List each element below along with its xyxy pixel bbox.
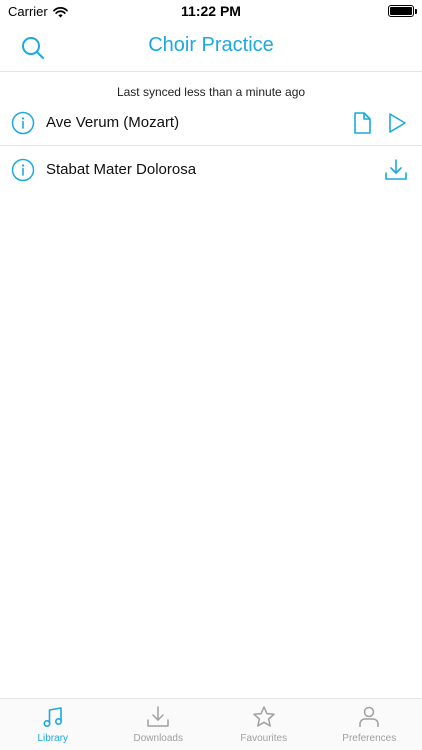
row-actions (340, 111, 408, 135)
tab-preferences[interactable]: Preferences (317, 699, 422, 750)
document-icon[interactable] (350, 111, 374, 135)
navigation-bar: Choir Practice (0, 22, 422, 72)
battery-level (390, 7, 412, 15)
battery-icon (388, 5, 417, 17)
status-time: 11:22 PM (181, 3, 241, 19)
sync-status: Last synced less than a minute ago (116, 85, 306, 99)
app-screen: Carrier 11:22 PM Choir Practice Last syn… (0, 0, 422, 750)
tab-label: Favourites (240, 733, 288, 744)
music-note-icon (43, 707, 62, 728)
list-item[interactable]: Ave Verum (Mozart) (0, 99, 422, 146)
status-bar: Carrier 11:22 PM (0, 0, 422, 22)
info-icon[interactable] (11, 111, 35, 135)
battery-cap (415, 9, 417, 14)
download-icon[interactable] (384, 158, 408, 182)
tab-downloads[interactable]: Downloads (106, 699, 212, 750)
tab-label: Downloads (133, 733, 183, 744)
tab-label: Preferences (342, 733, 397, 744)
list-item[interactable]: Stabat Mater Dolorosa (0, 146, 422, 193)
song-title: Stabat Mater Dolorosa (46, 161, 197, 178)
song-list: Ave Verum (Mozart) Stabat Mater Dolorosa (0, 99, 422, 193)
tab-favourites[interactable]: Favourites (211, 699, 317, 750)
tab-bar: Library Downloads Favourites Preferences (0, 698, 422, 750)
row-actions (374, 158, 408, 182)
song-title: Ave Verum (Mozart) (46, 114, 180, 131)
play-icon[interactable] (384, 111, 408, 135)
download-icon (147, 706, 169, 727)
page-title: Choir Practice (148, 34, 274, 56)
tab-label: Library (37, 733, 69, 744)
tab-library[interactable]: Library (0, 699, 106, 750)
person-icon (359, 706, 379, 727)
star-icon (253, 706, 275, 727)
info-icon[interactable] (11, 158, 35, 182)
